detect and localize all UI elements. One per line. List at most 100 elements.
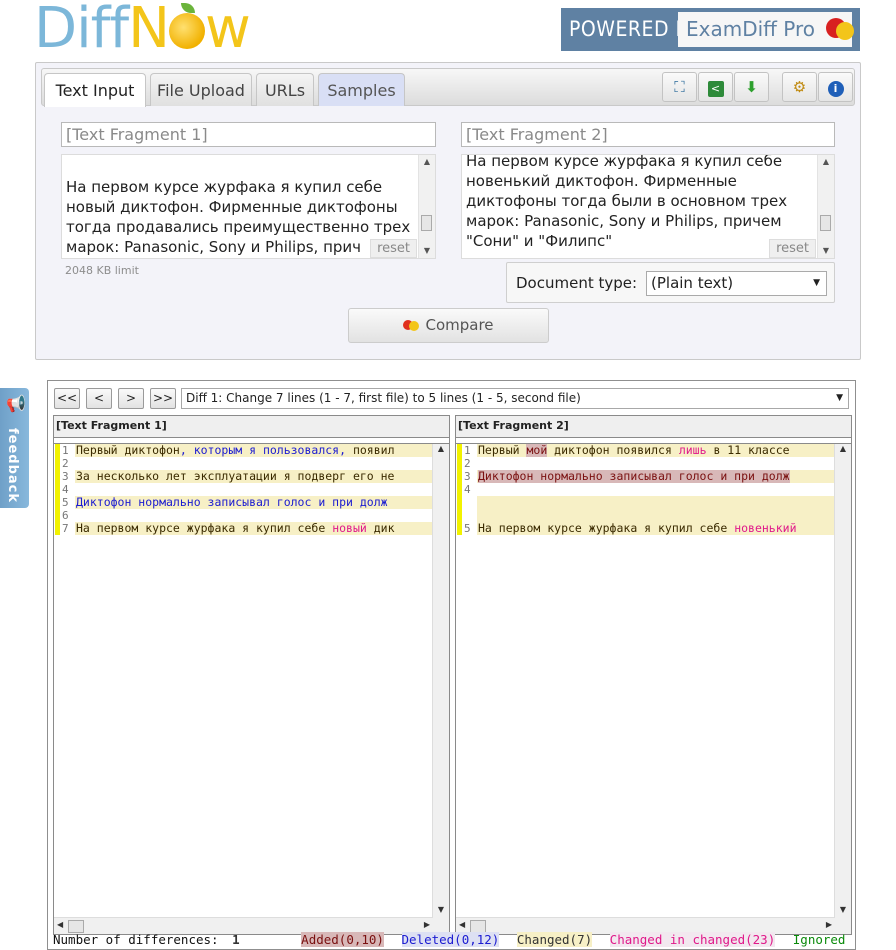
scroll-left-icon[interactable]: ◀ xyxy=(57,920,63,929)
left-text-area[interactable]: На первом курсе журфака я купил себе нов… xyxy=(61,154,436,259)
settings-icon: ⚙ xyxy=(792,78,807,96)
fullscreen-icon: ⛶ xyxy=(674,78,685,96)
share-button[interactable]: < xyxy=(698,72,733,102)
scroll-down-icon[interactable]: ▼ xyxy=(419,244,435,258)
change-marker xyxy=(457,509,462,522)
scroll-left-icon[interactable]: ◀ xyxy=(459,920,465,929)
line-content: Диктофон нормально записывал голос и при… xyxy=(477,470,835,483)
chevron-down-icon: ▼ xyxy=(813,278,820,288)
tab-urls[interactable]: URLs xyxy=(256,73,314,106)
scroll-thumb[interactable] xyxy=(820,215,831,231)
change-marker xyxy=(55,522,60,535)
left-pane-title: [Text Fragment 1] xyxy=(54,416,449,438)
compare-button[interactable]: Compare xyxy=(348,308,549,343)
next-diff-button[interactable]: > xyxy=(118,388,144,409)
document-type-label: Document type: xyxy=(516,274,638,292)
line-number: 4 xyxy=(62,483,69,496)
left-diff-body[interactable]: 7 На первом курсе журфака я купил себе но… xyxy=(54,443,449,934)
download-button[interactable]: ⬇ xyxy=(734,72,769,102)
scroll-up-icon[interactable]: ▲ xyxy=(818,155,834,169)
left-diff-vscroll[interactable]: ▲ ▼ xyxy=(432,444,449,934)
diffnow-logo[interactable]: DiffN w xyxy=(34,0,251,58)
right-diff-body[interactable]: 5 На первом курсе журфака я купил себе но… xyxy=(456,443,851,934)
line-content: Диктофон нормально записывал голос и при… xyxy=(75,496,433,509)
scroll-right-icon[interactable]: ▶ xyxy=(826,920,832,929)
chevron-down-icon: ▼ xyxy=(836,393,843,403)
line-content: Первый мой диктофон появился лишь в 11 к… xyxy=(477,444,835,457)
diff-line: 1 Первый мой диктофон появился лишь в 11 … xyxy=(456,444,835,457)
diff-line: 4 xyxy=(456,483,835,496)
diff-line: 5 Диктофон нормально записывал голос и пр… xyxy=(54,496,433,509)
scroll-up-icon[interactable]: ▲ xyxy=(835,444,851,453)
right-name-input[interactable]: [Text Fragment 2] xyxy=(461,122,835,147)
diff-count-label: Number of differences: xyxy=(53,932,219,947)
scroll-thumb[interactable] xyxy=(421,215,432,231)
diff-line xyxy=(456,509,835,522)
right-diff-vscroll[interactable]: ▲ ▼ xyxy=(834,444,851,934)
left-reset-button[interactable]: reset xyxy=(370,239,417,258)
document-type-select[interactable]: (Plain text) ▼ xyxy=(646,271,827,296)
change-marker xyxy=(55,457,60,470)
diff-line: 3 За несколько лет эксплуатации я подверг… xyxy=(54,470,433,483)
left-name-input[interactable]: [Text Fragment 1] xyxy=(61,122,436,147)
right-text-lines: На первом курсе журфака я купил себе нов… xyxy=(466,154,788,250)
legend-deleted: Deleted(0,12) xyxy=(401,932,500,947)
tab-text-input[interactable]: Text Input xyxy=(44,73,146,107)
line-number: 3 xyxy=(62,470,69,483)
powered-by-banner[interactable]: POWERED BY ExamDiff Pro xyxy=(561,8,860,51)
info-icon: i xyxy=(827,81,844,97)
scroll-down-icon[interactable]: ▼ xyxy=(818,244,834,258)
legend-changed: Changed(7) xyxy=(516,932,593,947)
size-limit-note: 2048 KB limit xyxy=(65,264,139,277)
tab-file-upload[interactable]: File Upload xyxy=(150,73,252,106)
scroll-up-icon[interactable]: ▲ xyxy=(419,155,435,169)
scroll-up-icon[interactable]: ▲ xyxy=(433,444,449,453)
line-number: 2 xyxy=(62,457,69,470)
line-content xyxy=(477,496,835,509)
scroll-down-icon[interactable]: ▼ xyxy=(433,905,449,914)
change-marker xyxy=(55,444,60,457)
fullscreen-button[interactable]: ⛶ xyxy=(662,72,697,102)
line-number: 3 xyxy=(464,470,471,483)
right-reset-button[interactable]: reset xyxy=(769,239,816,258)
diff-segment-cic: новенький xyxy=(734,522,797,535)
line-content: На первом курсе журфака я купил себе нов… xyxy=(75,522,433,535)
line-content xyxy=(75,483,433,496)
tab-bar: Text Input File Upload URLs Samples ⛶ < … xyxy=(41,68,855,107)
right-textarea-scrollbar[interactable]: ▲ ▼ xyxy=(817,155,834,258)
scroll-right-icon[interactable]: ▶ xyxy=(424,920,430,929)
line-content: На первом курсе журфака я купил себе нов… xyxy=(477,522,835,535)
left-textarea-scrollbar[interactable]: ▲ ▼ xyxy=(418,155,435,258)
info-button[interactable]: i xyxy=(818,72,853,102)
change-marker xyxy=(55,483,60,496)
legend-added: Added(0,10) xyxy=(301,932,384,947)
diff-segment-add: мой xyxy=(526,444,548,457)
line-content xyxy=(477,483,835,496)
diff-segment-del: Диктофон нормально записывал голос и при… xyxy=(76,496,388,509)
apple-logo-icon xyxy=(826,14,854,42)
diff-segment-chg: На первом курсе журфака я купил себе xyxy=(478,522,735,535)
line-content: Первый диктофон, которым я пользовался, … xyxy=(75,444,433,457)
scroll-down-icon[interactable]: ▼ xyxy=(835,905,851,914)
line-content: За несколько лет эксплуатации я подверг … xyxy=(75,470,433,483)
line-number: 1 xyxy=(464,444,471,457)
diff-line xyxy=(456,496,835,509)
left-text-lines: На первом курсе журфака я купил себе нов… xyxy=(66,178,411,256)
right-text-area[interactable]: На первом курсе журфака я купил себе нов… xyxy=(461,154,835,259)
first-diff-button[interactable]: << xyxy=(54,388,80,409)
line-number: 7 xyxy=(62,522,69,535)
right-pane-title: [Text Fragment 2] xyxy=(456,416,851,438)
last-diff-button[interactable]: >> xyxy=(150,388,176,409)
diff-segment-chg: Первый диктофон xyxy=(76,444,180,457)
download-icon: ⬇ xyxy=(745,78,758,96)
left-diff-pane: [Text Fragment 1] 7 На первом курсе журфа… xyxy=(53,415,450,935)
diff-select[interactable]: Diff 1: Change 7 lines (1 - 7, first fil… xyxy=(181,388,849,409)
line-number: 5 xyxy=(464,522,471,535)
diff-segment-chg: в 11 классе xyxy=(706,444,790,457)
line-number: 2 xyxy=(464,457,471,470)
settings-button[interactable]: ⚙ xyxy=(782,72,817,102)
tab-samples[interactable]: Samples xyxy=(318,73,405,106)
feedback-tab[interactable]: 📢 feedback xyxy=(0,388,29,508)
prev-diff-button[interactable]: < xyxy=(86,388,112,409)
orange-icon xyxy=(169,3,205,49)
